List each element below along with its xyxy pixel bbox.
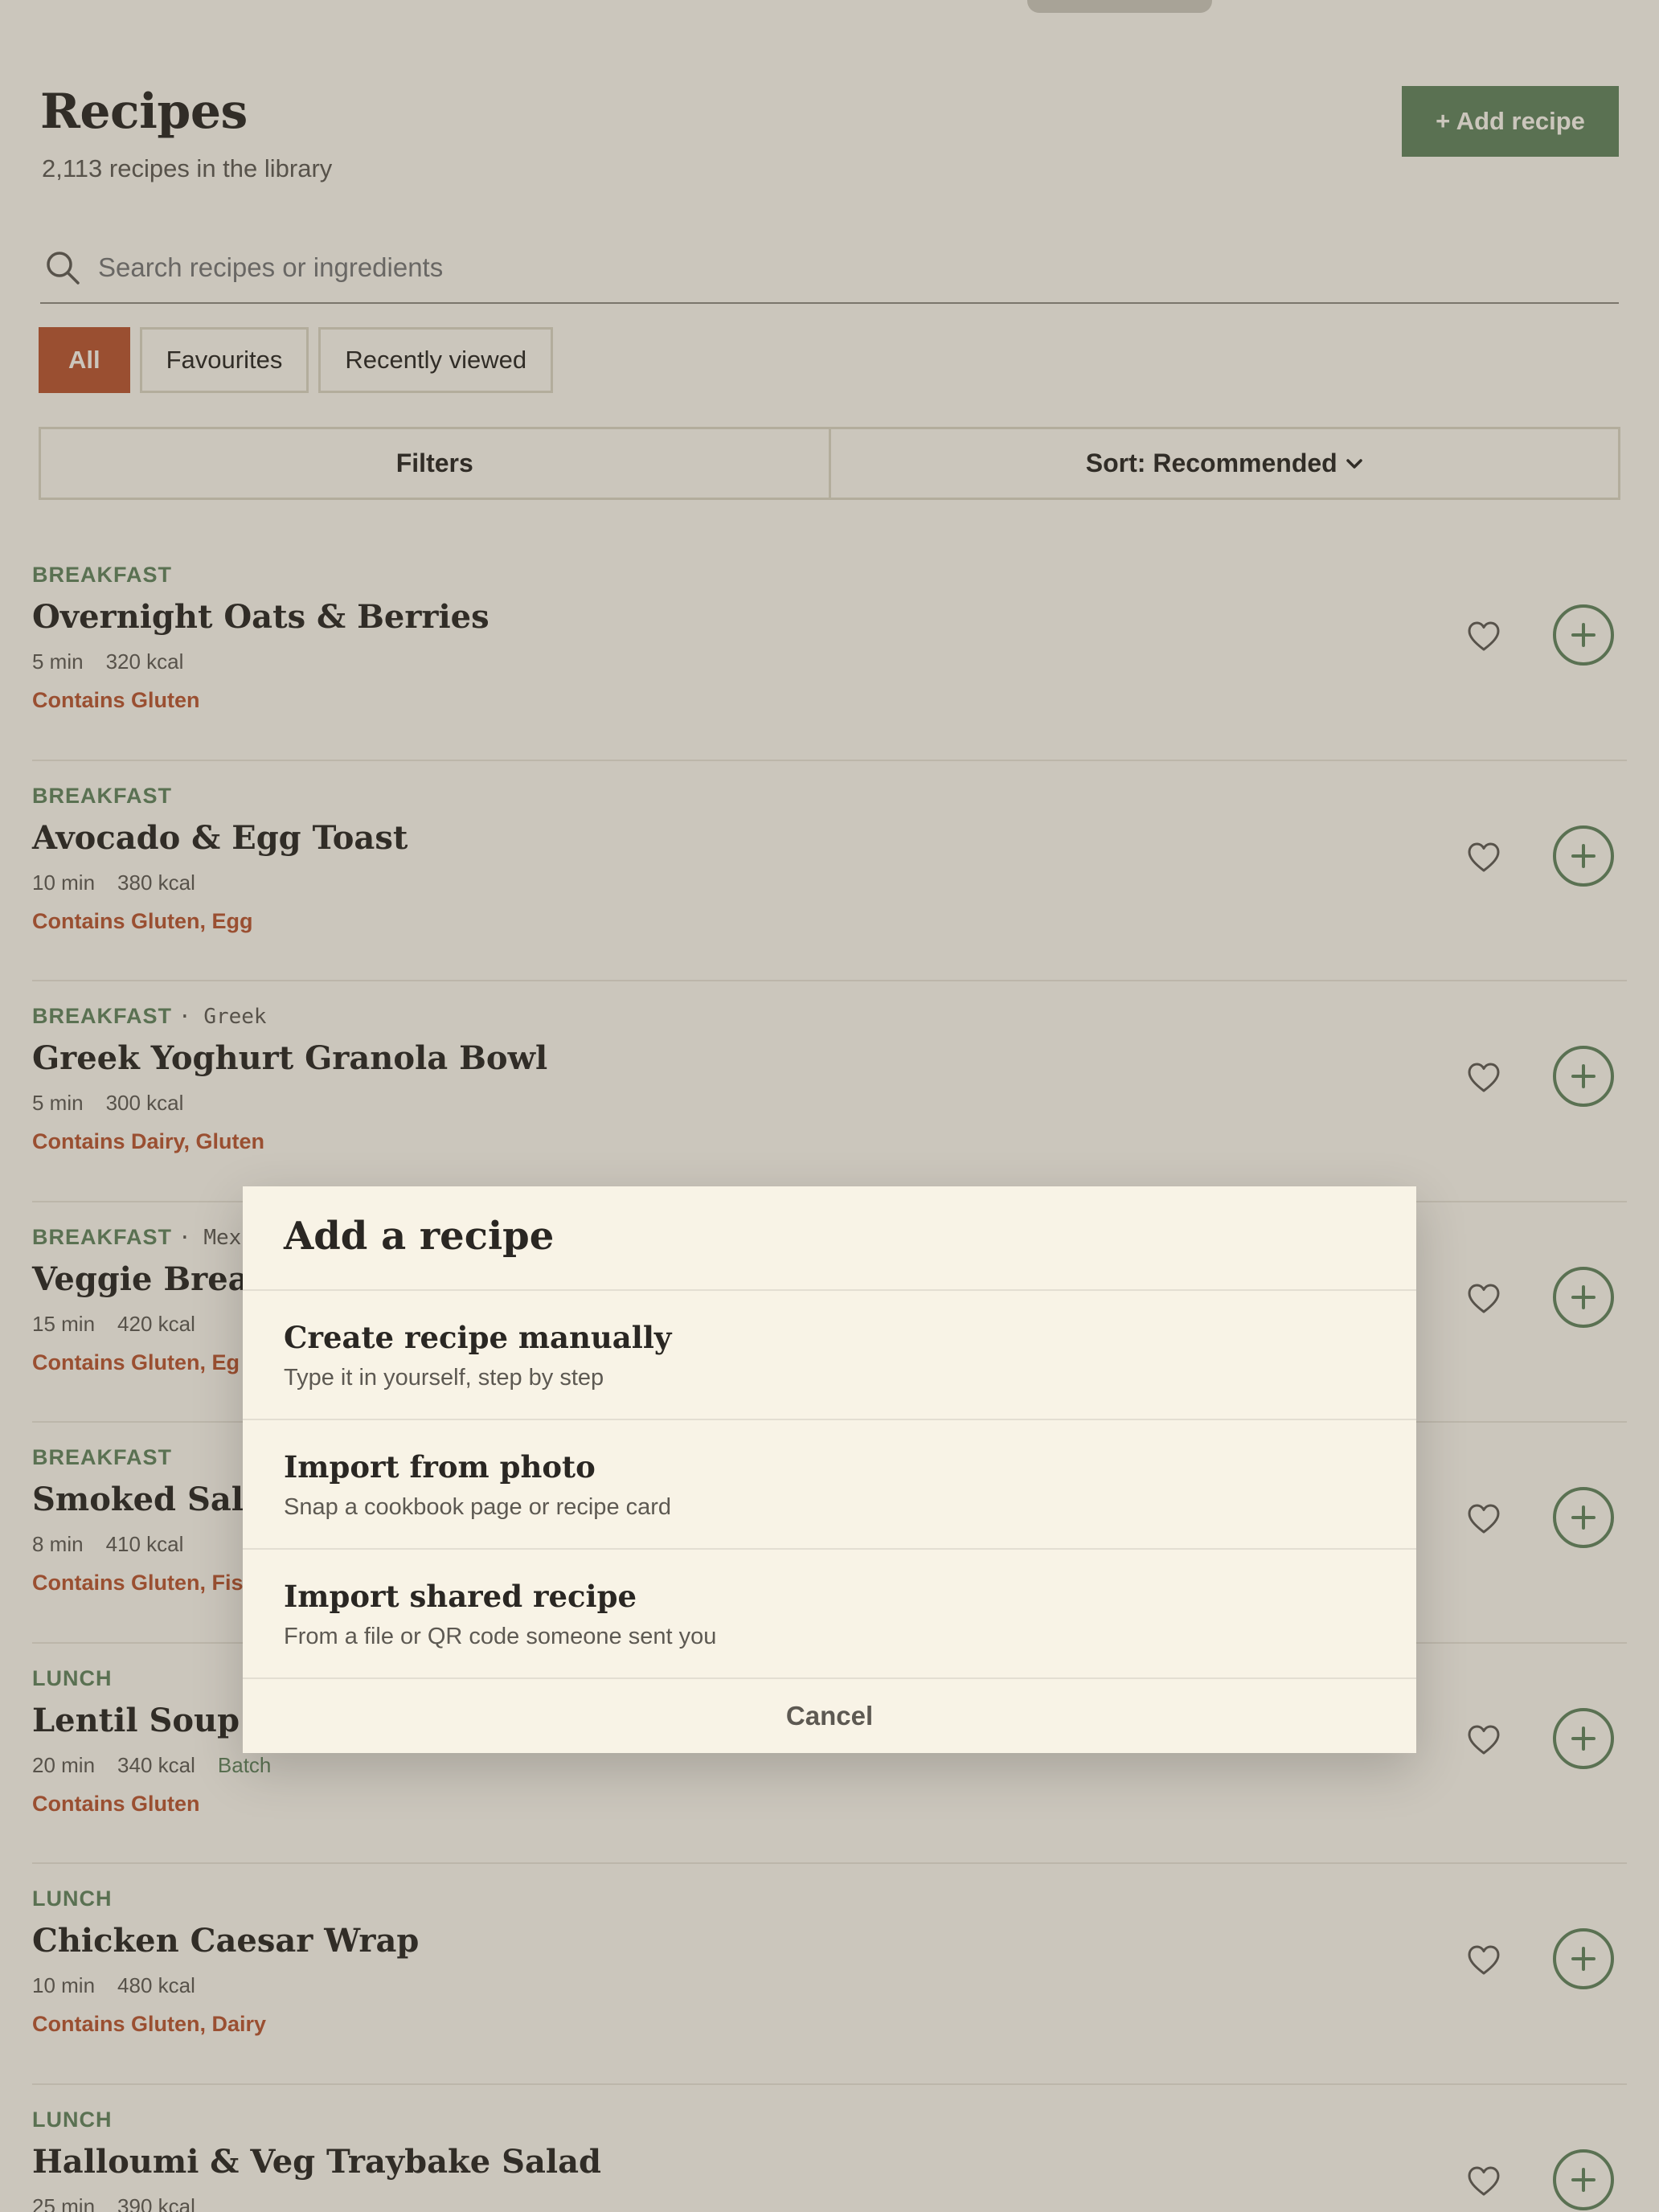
cancel-button[interactable]: Cancel xyxy=(243,1679,1416,1753)
option-description: From a file or QR code someone sent you xyxy=(284,1624,717,1649)
option-title: Import shared recipe xyxy=(284,1579,637,1614)
modal-backdrop[interactable] xyxy=(0,0,1659,2212)
create-manually-option[interactable]: Create recipe manually Type it in yourse… xyxy=(243,1291,1416,1420)
import-photo-option[interactable]: Import from photo Snap a cookbook page o… xyxy=(243,1420,1416,1550)
add-recipe-dialog: Add a recipe Create recipe manually Type… xyxy=(243,1186,1416,1753)
option-title: Create recipe manually xyxy=(284,1320,672,1355)
option-description: Type it in yourself, step by step xyxy=(284,1365,604,1391)
dialog-title: Add a recipe xyxy=(243,1186,1416,1291)
option-title: Import from photo xyxy=(284,1449,596,1485)
option-description: Snap a cookbook page or recipe card xyxy=(284,1494,672,1520)
import-shared-option[interactable]: Import shared recipe From a file or QR c… xyxy=(243,1550,1416,1679)
